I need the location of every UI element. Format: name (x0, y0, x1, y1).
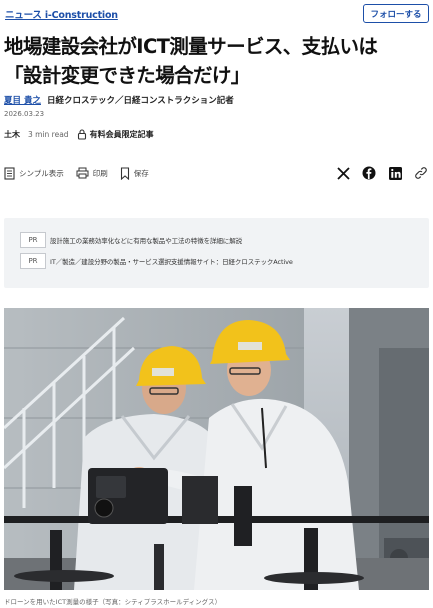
title-line-2: 「設計変更できた場合だけ」 (4, 64, 250, 87)
linkedin-icon[interactable] (387, 165, 403, 181)
pr-box: PR 設計施工の業務効率化などに有用な製品や工法の特徴を詳細に解説 PR IT／… (4, 218, 429, 288)
print-label: 印刷 (92, 168, 108, 178)
pr-badge: PR (20, 253, 46, 269)
topic-tag[interactable]: 土木 (4, 129, 20, 140)
print-button[interactable]: 印刷 (76, 167, 108, 179)
author-affiliation: 日経クロステック／日経コンストラクション記者 (46, 96, 234, 106)
pr-item[interactable]: PR 設計施工の業務効率化などに有用な製品や工法の特徴を詳細に解説 (20, 232, 242, 248)
pr-text: 設計施工の業務効率化などに有用な製品や工法の特徴を詳細に解説 (50, 237, 243, 245)
author-link[interactable]: 夏目 貴之 (4, 96, 41, 106)
document-icon (4, 166, 15, 180)
title-line-1: 地場建設会社がICT測量サービス、支払いは (4, 35, 378, 58)
article-meta: 土木 3 min read 有料会員限定記事 (4, 129, 154, 140)
read-time: 3 min read (28, 130, 69, 139)
lock-icon (77, 129, 86, 140)
article-toolbar: シンプル表示 印刷 保存 (4, 162, 429, 184)
photo-caption: ドローンを用いたICT測量の様子（写真：シティプラスホールディングス） (4, 598, 222, 606)
follow-button[interactable]: フォローする (363, 4, 429, 23)
member-only-label: 有料会員限定記事 (89, 130, 154, 139)
category-link[interactable]: ニュース i-Construction (5, 7, 118, 21)
print-icon (76, 167, 89, 179)
save-button[interactable]: 保存 (120, 166, 149, 180)
x-icon[interactable] (335, 165, 351, 181)
simple-view-button[interactable]: シンプル表示 (4, 166, 64, 180)
save-label: 保存 (133, 168, 149, 178)
link-icon[interactable] (413, 165, 429, 181)
facebook-icon[interactable] (361, 165, 377, 181)
article-photo (4, 308, 429, 590)
pr-item[interactable]: PR IT／製造／建設分野の製品・サービス選択支援情報サイト：日経クロステックA… (20, 253, 293, 269)
simple-view-label: シンプル表示 (19, 168, 64, 178)
pr-badge: PR (20, 232, 46, 248)
publish-date: 2026.03.23 (4, 110, 45, 118)
author-line: 夏目 貴之 日経クロステック／日経コンストラクション記者 (4, 94, 234, 106)
share-icons (325, 165, 429, 181)
pr-text: IT／製造／建設分野の製品・サービス選択支援情報サイト：日経クロステックActi… (50, 258, 293, 266)
article-title: 地場建設会社がICT測量サービス、支払いは 「設計変更できた場合だけ」 (4, 32, 429, 90)
top-bar: ニュース i-Construction フォローする (4, 4, 429, 24)
survey-photo-illustration (4, 308, 429, 590)
bookmark-icon (120, 166, 129, 180)
